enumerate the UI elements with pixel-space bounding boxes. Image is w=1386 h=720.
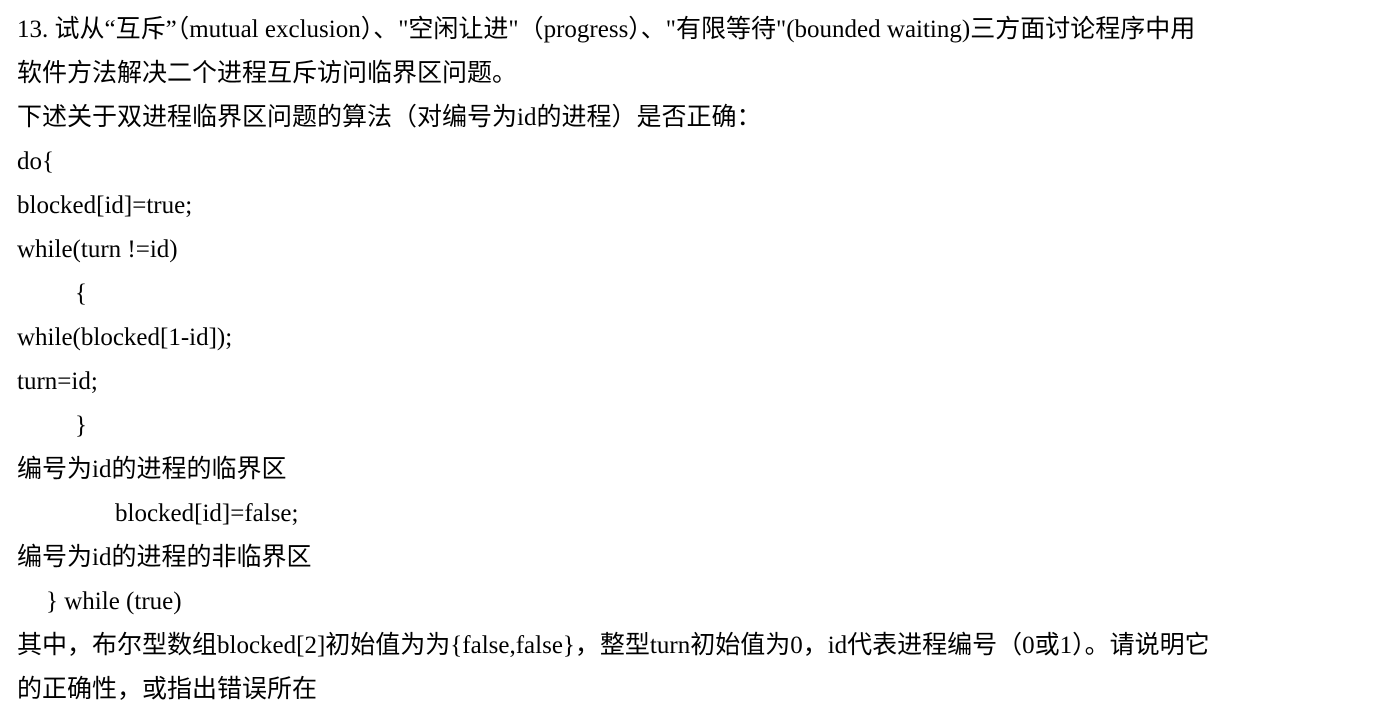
code-line-critical-section: 编号为id的进程的临界区 xyxy=(17,456,287,483)
code-line-while-true: } while (true) xyxy=(46,588,182,615)
code-line-do: do{ xyxy=(17,148,54,175)
code-line-open-brace: { xyxy=(75,280,87,307)
code-line-close-brace: } xyxy=(75,412,87,439)
question-heading-line-2: 软件方法解决二个进程互斥访问临界区问题。 xyxy=(17,60,518,87)
code-line-while-turn: while(turn !=id) xyxy=(17,236,178,263)
code-line-blocked-false: blocked[id]=false; xyxy=(115,500,299,527)
question-footer-line-2: 的正确性，或指出错误所在 xyxy=(17,676,318,703)
code-line-blocked-true: blocked[id]=true; xyxy=(17,192,193,219)
code-line-turn-assign: turn=id; xyxy=(17,368,98,395)
document-body: 13. 试从“互斥”（mutual exclusion）、"空闲让进"（prog… xyxy=(17,8,1382,712)
question-heading-line-1: 13. 试从“互斥”（mutual exclusion）、"空闲让进"（prog… xyxy=(17,16,1196,43)
code-line-while-blocked: while(blocked[1-id]); xyxy=(17,324,233,351)
code-line-noncritical-section: 编号为id的进程的非临界区 xyxy=(17,544,312,571)
question-footer-line-1: 其中，布尔型数组blocked[2]初始值为为{false,false}，整型t… xyxy=(17,632,1210,659)
question-prompt-line: 下述关于双进程临界区问题的算法（对编号为id的进程）是否正确： xyxy=(17,104,762,131)
